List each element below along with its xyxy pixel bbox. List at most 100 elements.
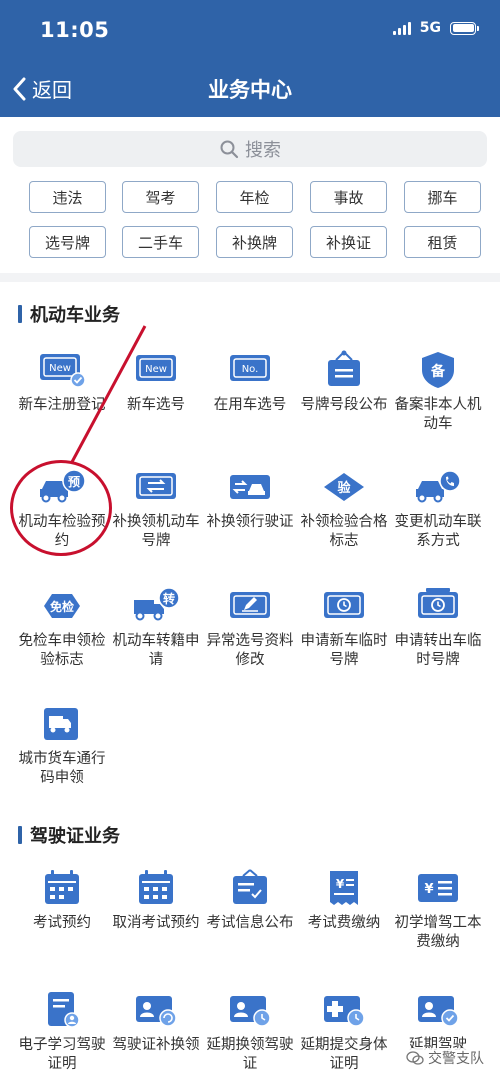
license-refresh-icon [130,990,182,1030]
svg-text:免检: 免检 [50,599,74,614]
service-transfer-temp-plate[interactable]: 申请转出车临时号牌 [388,586,488,670]
service-cancel-exam[interactable]: 取消考试预约 [106,868,206,933]
fee-receipt-icon: ¥ [318,868,370,908]
highlight-circle [10,460,112,556]
temp-plate-out-icon [412,586,464,626]
network-type: 5G [419,20,441,36]
calendar-cancel-icon [130,868,182,908]
section-title-text: 驾驶证业务 [30,826,120,847]
calendar-icon [36,868,88,908]
license-swap-icon [224,467,276,507]
svg-text:No.: No. [242,364,259,375]
service-replace-plate[interactable]: 补换领机动车号牌 [106,467,206,551]
transfer-truck-icon: 转 [130,586,182,626]
service-label: 补领检验合格标志 [300,514,388,549]
service-replace-driving-license[interactable]: 补换领行驶证 [200,467,300,532]
info-board-icon [224,868,276,908]
service-label: 考试信息公布 [206,915,294,931]
tag-item[interactable]: 租赁 [404,226,481,258]
tag-item[interactable]: 年检 [216,181,293,213]
svg-text:备: 备 [430,363,446,380]
service-label: 申请转出车临时号牌 [394,633,482,668]
watermark: 交警支队 [404,1048,486,1068]
tag-item[interactable]: 补换证 [310,226,387,258]
tag-item[interactable]: 二手车 [122,226,199,258]
search-input[interactable]: 搜索 [13,131,487,167]
service-vehicle-transfer[interactable]: 转 机动车转籍申请 [106,586,206,670]
service-new-car-registration[interactable]: New 新车注册登记 [12,350,112,415]
number-plate-icon: No. [224,350,276,390]
service-change-contact[interactable]: 变更机动车联系方式 [388,467,488,551]
service-license-replace[interactable]: 驾驶证补换领 [106,990,206,1055]
service-new-temp-plate[interactable]: 申请新车临时号牌 [294,586,394,670]
service-record-vehicle[interactable]: 备 备案非本人机动车 [388,350,488,434]
service-label: 备案非本人机动车 [394,397,482,432]
service-label: 延期提交身体证明 [300,1037,388,1072]
status-icons: 5G [392,20,479,36]
svg-text:New: New [49,363,71,374]
page-title: 业务中心 [208,78,292,102]
search-placeholder: 搜索 [245,140,281,161]
service-label: 考试预约 [33,915,91,931]
edit-plate-icon [224,586,276,626]
section-marker [18,826,22,844]
service-label: 在用车选号 [213,397,287,413]
service-label: 申请新车临时号牌 [300,633,388,668]
service-inspection-badge[interactable]: 验 补领检验合格标志 [294,467,394,551]
battery-icon [450,21,479,35]
service-label: 取消考试预约 [112,915,200,931]
svg-text:¥: ¥ [336,877,345,891]
service-used-car-number[interactable]: No. 在用车选号 [200,350,300,415]
hanging-sign-icon [318,350,370,390]
document-user-icon [36,990,88,1030]
svg-text:转: 转 [163,591,175,606]
new-plate-check-icon: New [36,350,88,390]
service-exempt-badge[interactable]: 免检 免检车申领检验标志 [12,586,112,670]
service-learner-fee[interactable]: ¥ 初学增驾工本费缴纳 [388,868,488,952]
tag-item[interactable]: 事故 [310,181,387,213]
service-plate-range[interactable]: 号牌号段公布 [294,350,394,415]
header: 11:05 5G 返回 业务中心 [0,0,500,117]
truck-pass-icon [36,704,88,744]
tag-item[interactable]: 违法 [29,181,106,213]
section-divider [0,273,500,282]
service-label: 机动车转籍申请 [112,633,200,668]
car-phone-icon [412,467,464,507]
exempt-badge-icon: 免检 [36,586,88,626]
service-e-learning-certificate[interactable]: 电子学习驾驶证明 [12,990,112,1074]
service-label: 变更机动车联系方式 [394,514,482,549]
temp-plate-icon [318,586,370,626]
service-exam-reservation[interactable]: 考试预约 [12,868,112,933]
medical-clock-icon [318,990,370,1030]
service-delay-license-renewal[interactable]: 延期换领驾驶证 [200,990,300,1074]
service-new-car-number[interactable]: New 新车选号 [106,350,206,415]
service-label: 考试费缴纳 [307,915,381,931]
nav-bar: 返回 业务中心 [0,62,500,117]
service-label: 延期换领驾驶证 [206,1037,294,1072]
service-edit-number-info[interactable]: 异常选号资料修改 [200,586,300,670]
tag-item[interactable]: 选号牌 [29,226,106,258]
service-exam-fee[interactable]: ¥ 考试费缴纳 [294,868,394,933]
service-label: 号牌号段公布 [300,397,388,413]
license-clock-icon [224,990,276,1030]
section-title-text: 机动车业务 [30,305,120,326]
tag-item[interactable]: 驾考 [122,181,199,213]
tag-item[interactable]: 补换牌 [216,226,293,258]
service-label: 电子学习驾驶证明 [18,1037,106,1072]
watermark-text: 交警支队 [428,1051,484,1067]
new-plate-icon: New [130,350,182,390]
wechat-icon [406,1051,424,1065]
signal-icon [392,21,411,35]
service-label: 免检车申领检验标志 [18,633,106,668]
service-delay-medical-proof[interactable]: 延期提交身体证明 [294,990,394,1074]
service-exam-info[interactable]: 考试信息公布 [200,868,300,933]
section-title-vehicle: 机动车业务 [18,301,120,327]
service-label: 补换领行驶证 [206,514,294,530]
tag-item[interactable]: 挪车 [404,181,481,213]
license-check-icon [412,990,464,1030]
svg-text:验: 验 [337,480,351,496]
search-area: 搜索 违法 驾考 年检 事故 挪车 选号牌 二手车 补换牌 补换证 租赁 [0,117,500,273]
plate-swap-icon [130,467,182,507]
service-delay-driving[interactable]: 延期驾驶 [388,990,488,1055]
service-truck-pass[interactable]: 城市货车通行码申领 [12,704,112,788]
